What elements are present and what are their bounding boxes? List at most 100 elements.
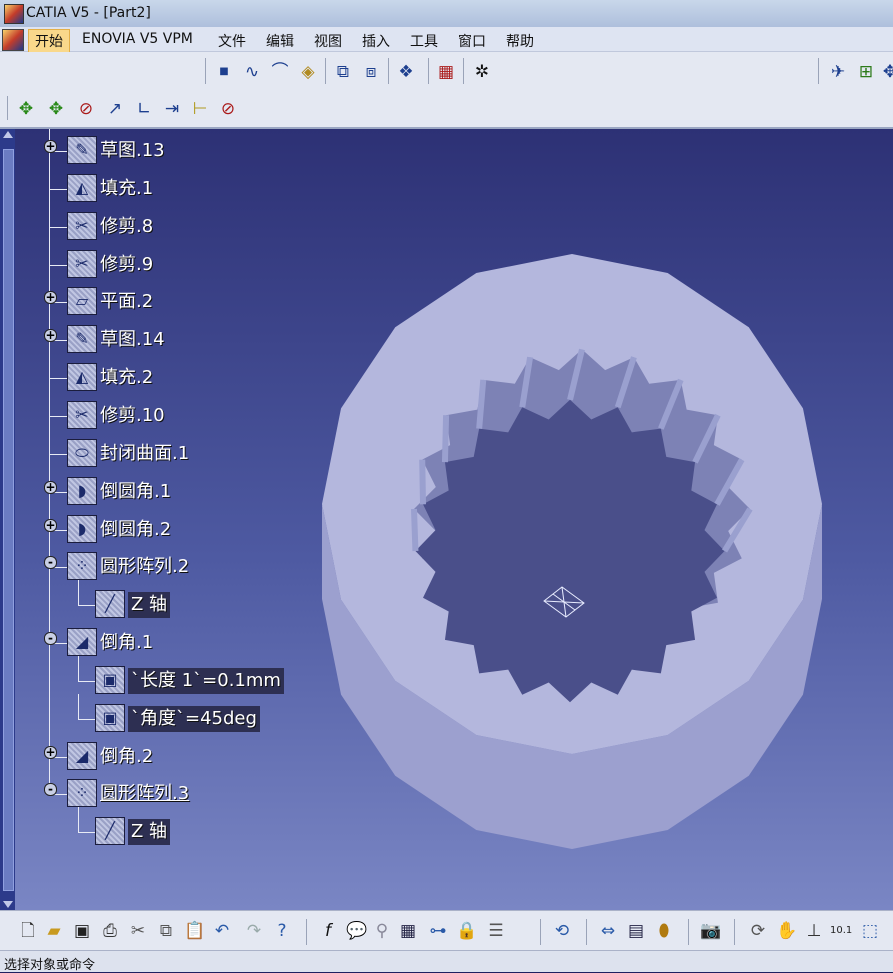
expand-icon[interactable]: + [44, 329, 57, 342]
scroll-down-icon[interactable] [3, 901, 13, 908]
fly-mode-icon[interactable]: ✈ [828, 62, 848, 82]
scroll-up-icon[interactable] [3, 131, 13, 138]
tree-node-label[interactable]: 圆形阵列.3 [100, 781, 189, 807]
help-icon[interactable]: ? [272, 921, 292, 941]
tree-node[interactable]: + ✎ 草图.13 [0, 136, 320, 164]
tree-node-label[interactable]: 草图.13 [100, 138, 165, 164]
menu-item-3[interactable]: 编辑 [260, 30, 300, 52]
view-icon[interactable]: ⬚ [860, 921, 880, 941]
collapse-icon[interactable]: - [44, 556, 57, 569]
tree-node[interactable]: ⬭ 封闭曲面.1 [0, 439, 320, 467]
list-icon[interactable]: ☰ [486, 921, 506, 941]
expand-icon[interactable]: + [44, 481, 57, 494]
fit-all-icon[interactable]: ⊞ [856, 62, 876, 82]
menu-item-7[interactable]: 窗口 [452, 30, 492, 52]
paste-icon[interactable]: 📋 [184, 921, 205, 941]
tree-node[interactable]: + ◢ 倒角.2 [0, 742, 320, 770]
tree-node-label[interactable]: 倒圆角.1 [100, 479, 171, 505]
expand-icon[interactable]: + [44, 746, 57, 759]
comment-icon[interactable]: 💬 [346, 921, 367, 941]
tree-node[interactable]: - ⁘ 圆形阵列.2 [0, 552, 320, 580]
tree-node[interactable]: ◭ 填充.1 [0, 174, 320, 202]
tree-node[interactable]: ╱ Z 轴 [0, 580, 320, 618]
tree-node-label[interactable]: 倒角.1 [100, 630, 153, 656]
redo-icon[interactable]: ↷ [244, 921, 264, 941]
tree-node[interactable]: ◭ 填充.2 [0, 363, 320, 391]
rotate-icon[interactable]: ⟳ [748, 921, 768, 941]
update-icon[interactable]: ⟲ [552, 921, 572, 941]
undo-icon[interactable]: ↶ [212, 921, 232, 941]
tree-node-label[interactable]: 填充.2 [100, 365, 153, 391]
tree-icon[interactable]: ⊶ [428, 921, 448, 941]
point-icon[interactable]: ■ [214, 62, 234, 82]
tree-node[interactable]: ▣ `角度`=45deg [0, 694, 320, 732]
tree-node-label[interactable]: Z 轴 [128, 592, 171, 618]
join-icon[interactable]: ⧉ [333, 62, 353, 82]
expand-icon[interactable]: + [44, 519, 57, 532]
pan-hand-icon[interactable]: ✋ [776, 921, 797, 941]
menu-item-5[interactable]: 插入 [356, 30, 396, 52]
tree-node-label[interactable]: 倒角.2 [100, 744, 153, 770]
cut-icon[interactable]: ✂ [128, 921, 148, 941]
tree-node[interactable]: - ⁘ 圆形阵列.3 [0, 779, 320, 807]
extrude-surface-icon[interactable]: ⌒ [270, 62, 290, 82]
tree-node[interactable]: ✂ 修剪.9 [0, 250, 320, 278]
menu-item-4[interactable]: 视图 [308, 30, 348, 52]
menu-item-0[interactable]: 开始 [28, 29, 70, 53]
tree-node[interactable]: + ◗ 倒圆角.2 [0, 515, 320, 543]
expand-icon[interactable]: + [44, 291, 57, 304]
copy-icon[interactable]: ⧉ [156, 921, 176, 941]
pan-icon[interactable]: ✥ [880, 62, 893, 82]
collapse-icon[interactable]: - [44, 632, 57, 645]
lock-icon[interactable]: 🔒 [456, 921, 477, 941]
new-file-icon[interactable]: 🗋 [18, 921, 38, 941]
tree-node-label[interactable]: 修剪.8 [100, 214, 153, 240]
tree-node-label[interactable]: 平面.2 [100, 289, 153, 315]
capture-icon[interactable]: 📷 [700, 921, 721, 941]
tree-node-label[interactable]: `角度`=45deg [128, 706, 260, 732]
snap-icon[interactable]: ✥ [46, 99, 66, 119]
tree-node[interactable]: + ▱ 平面.2 [0, 287, 320, 315]
zoom-value-icon[interactable]: 10.1 [830, 921, 852, 941]
axis-system-icon[interactable]: ✲ [472, 62, 492, 82]
menu-item-8[interactable]: 帮助 [500, 30, 540, 52]
menu-item-2[interactable]: 文件 [212, 30, 252, 52]
inertia-icon[interactable]: ▤ [626, 921, 646, 941]
tree-node-label[interactable]: 封闭曲面.1 [100, 441, 189, 467]
document-window-icon[interactable] [2, 29, 24, 51]
offset-surface-icon[interactable]: ◈ [298, 62, 318, 82]
collapse-icon[interactable]: - [44, 783, 57, 796]
line-icon[interactable]: ↗ [105, 99, 125, 119]
tree-node[interactable]: ✂ 修剪.10 [0, 401, 320, 429]
no-move-icon[interactable]: ⊘ [76, 99, 96, 119]
tree-node[interactable]: ▣ `长度 1`=0.1mm [0, 656, 320, 694]
tree-node-label[interactable]: 倒圆角.2 [100, 517, 171, 543]
menu-item-1[interactable]: ENOVIA V5 VPM [76, 30, 199, 48]
material-icon[interactable]: ⬮ [654, 921, 674, 941]
tree-node-label[interactable]: 圆形阵列.2 [100, 554, 189, 580]
pattern-icon[interactable]: ▦ [436, 62, 456, 82]
tree-node[interactable]: ✂ 修剪.8 [0, 212, 320, 240]
move-icon[interactable]: ✥ [16, 99, 36, 119]
transform-icon[interactable]: ❖ [396, 62, 416, 82]
save-icon[interactable]: ▣ [72, 921, 92, 941]
tree-node-label[interactable]: 填充.1 [100, 176, 153, 202]
open-file-icon[interactable]: ▰ [44, 921, 64, 941]
expand-icon[interactable]: + [44, 140, 57, 153]
measure-icon[interactable]: ⇔ [598, 921, 618, 941]
tree-node-label[interactable]: 修剪.10 [100, 403, 165, 429]
tree-node-label[interactable]: 修剪.9 [100, 252, 153, 278]
spline-icon[interactable]: ∿ [242, 62, 262, 82]
table-icon[interactable]: ▦ [398, 921, 418, 941]
disable-icon[interactable]: ⊘ [218, 99, 238, 119]
knowledge-icon[interactable]: ⚲ [372, 921, 392, 941]
tree-node[interactable]: ╱ Z 轴 [0, 807, 320, 845]
distance-icon[interactable]: ⇥ [162, 99, 182, 119]
menu-item-6[interactable]: 工具 [404, 30, 444, 52]
normal-view-icon[interactable]: ⊥ [804, 921, 824, 941]
tree-node[interactable]: - ◢ 倒角.1 [0, 628, 320, 656]
tree-node[interactable]: + ◗ 倒圆角.1 [0, 477, 320, 505]
split-icon[interactable]: ⧈ [361, 62, 381, 82]
tree-node-label[interactable]: `长度 1`=0.1mm [128, 668, 284, 694]
tree-node-label[interactable]: Z 轴 [128, 819, 171, 845]
